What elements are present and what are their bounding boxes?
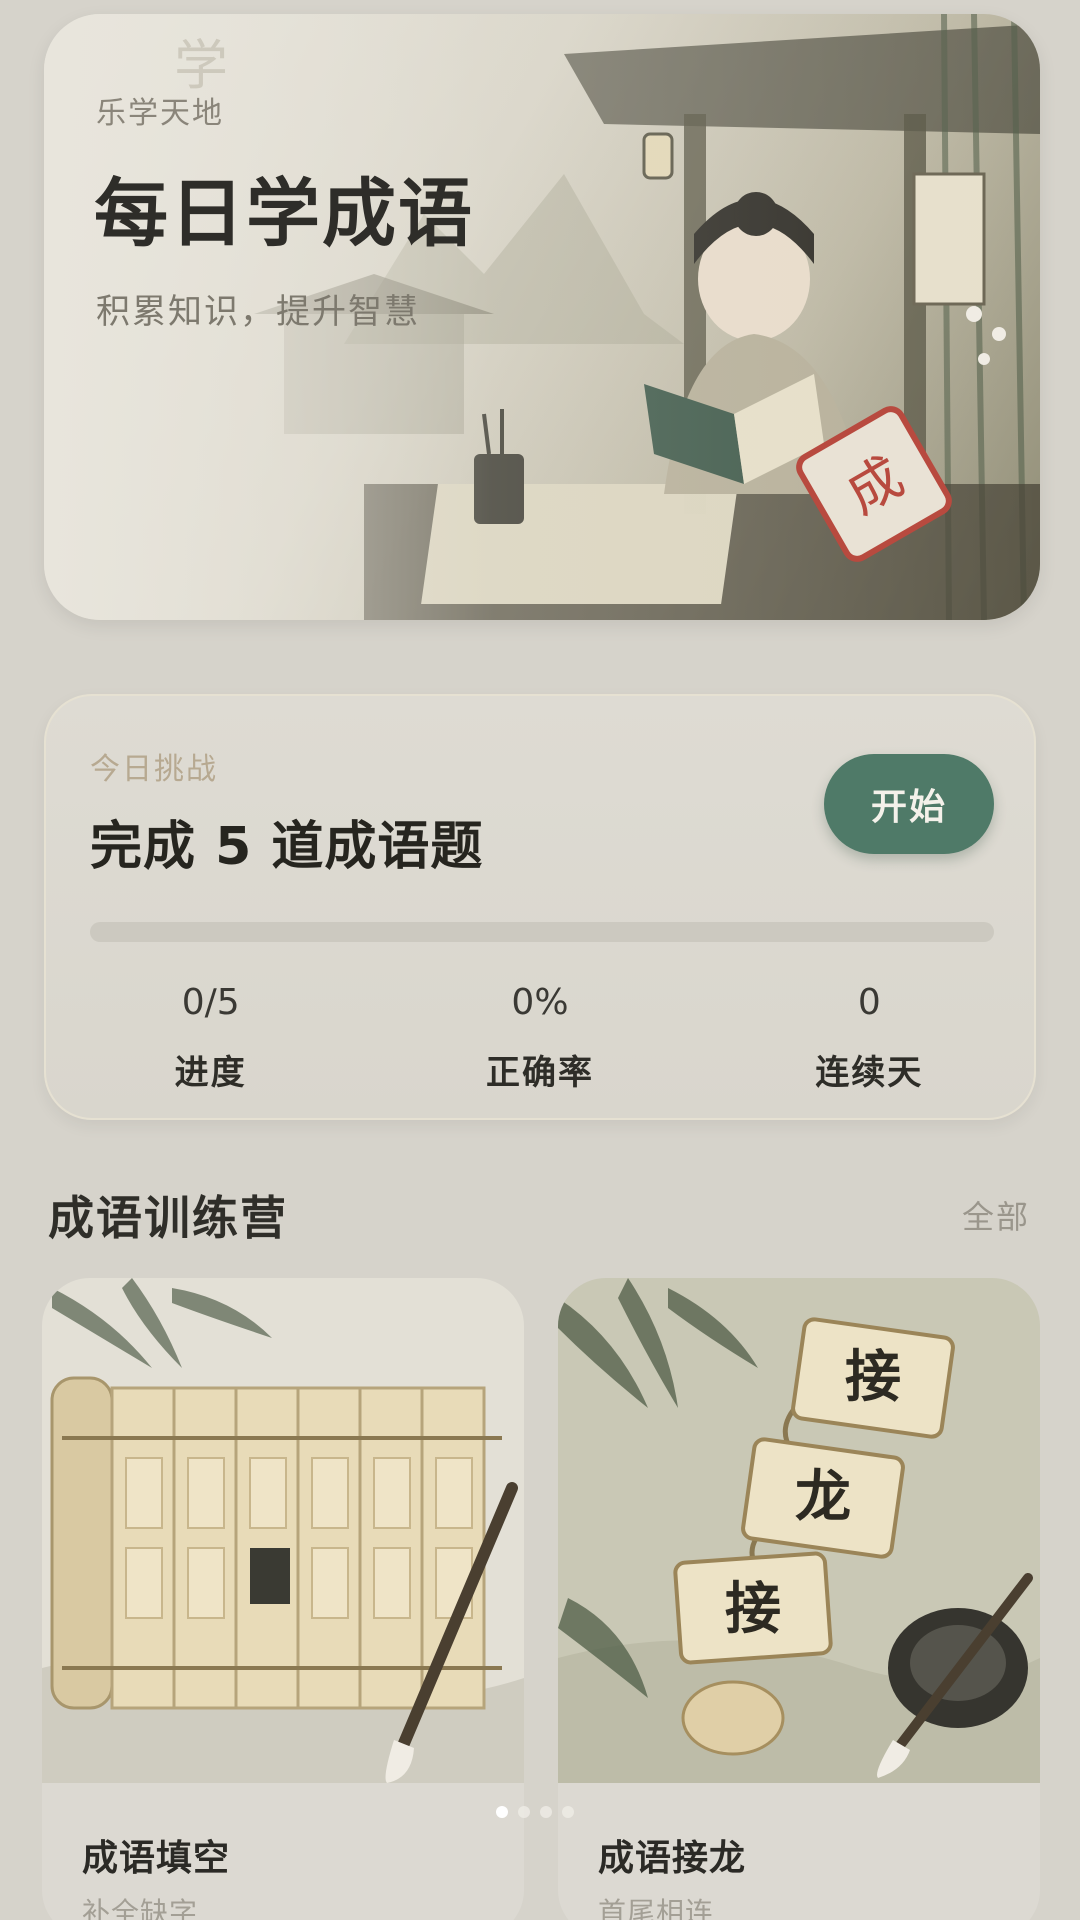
challenge-progress-bar xyxy=(90,922,994,942)
stat-streak: 0 连续天 xyxy=(705,982,1034,1094)
chain-scroll-char-3: 接 xyxy=(725,1576,781,1642)
card-footer: 成语填空 补全缺字 xyxy=(42,1783,524,1920)
card-title: 成语填空 xyxy=(82,1838,231,1879)
challenge-eyebrow: 今日挑战 xyxy=(90,752,218,787)
card-footer: 成语接龙 首尾相连 xyxy=(558,1783,1040,1920)
stat-label: 连续天 xyxy=(815,1053,924,1093)
view-all-link[interactable]: 全部 xyxy=(962,1192,1030,1238)
pager-dots[interactable] xyxy=(496,1806,574,1818)
stat-value: 0% xyxy=(511,982,569,1023)
hero-title: 每日学成语 xyxy=(94,171,474,257)
stat-value: 0 xyxy=(857,982,881,1023)
pager-dot[interactable] xyxy=(540,1806,552,1818)
stat-label: 正确率 xyxy=(485,1053,594,1093)
chain-scroll-char-1: 接 xyxy=(845,1344,901,1410)
card-chain[interactable]: 接 龙 接 成语接龙 首尾相连 xyxy=(558,1278,1040,1920)
hero-eyebrow: 乐学天地 xyxy=(96,96,224,131)
daily-challenge-card: 今日挑战 完成 5 道成语题 开始 0/5 进度 0% 正确率 0 连续天 xyxy=(44,694,1036,1120)
scroll-chain-icon: 接 龙 接 xyxy=(558,1278,1040,1783)
hero-subtitle: 积累知识，提升智慧 xyxy=(96,292,420,332)
stat-label: 进度 xyxy=(174,1053,247,1093)
card-subtitle: 首尾相连 xyxy=(598,1896,715,1920)
pager-dot[interactable] xyxy=(518,1806,530,1818)
pager-dot[interactable] xyxy=(562,1806,574,1818)
section-title: 成语训练营 xyxy=(48,1191,288,1245)
home-screen: 学 成 乐学天地 每日学成语 积累知识，提升智慧 今日挑战 完成 5 道成语题 … xyxy=(0,0,1080,1920)
challenge-title: 完成 5 道成语题 xyxy=(90,817,484,877)
stat-value: 0/5 xyxy=(181,982,240,1023)
challenge-stats: 0/5 进度 0% 正确率 0 连续天 xyxy=(46,982,1034,1094)
pager-dot[interactable] xyxy=(496,1806,508,1818)
stat-accuracy: 0% 正确率 xyxy=(375,982,704,1094)
hero-banner[interactable]: 学 成 乐学天地 每日学成语 积累知识，提升智慧 xyxy=(44,14,1040,620)
card-fill-blank[interactable]: 成语填空 补全缺字 xyxy=(42,1278,524,1920)
chain-scroll-char-2: 龙 xyxy=(795,1464,851,1530)
start-button[interactable]: 开始 xyxy=(824,754,994,854)
stat-progress: 0/5 进度 xyxy=(46,982,375,1094)
card-title: 成语接龙 xyxy=(598,1838,747,1879)
scroll-fill-blank-icon xyxy=(42,1278,524,1783)
card-subtitle: 补全缺字 xyxy=(82,1896,199,1920)
